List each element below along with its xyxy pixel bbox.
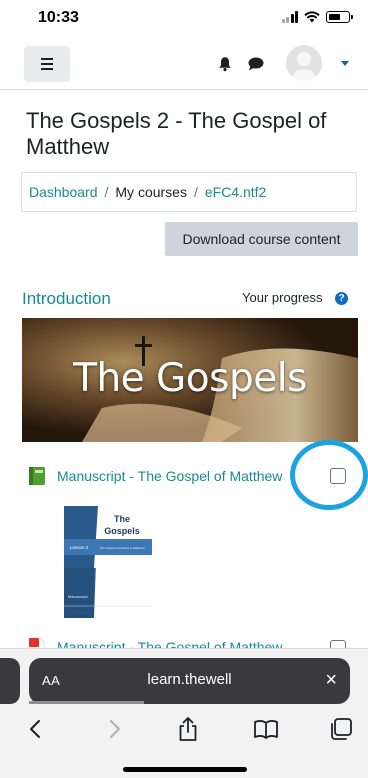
breadcrumb: Dashboard / My courses / eFC4.ntf2	[21, 172, 357, 212]
share-icon[interactable]	[175, 716, 201, 742]
tabs-icon[interactable]	[328, 716, 354, 742]
battery-icon	[326, 11, 353, 23]
status-bar: 10:33	[0, 0, 368, 38]
help-icon[interactable]: ?	[335, 292, 348, 305]
menu-button[interactable]	[24, 46, 70, 82]
user-menu-caret-icon[interactable]	[341, 61, 349, 66]
top-navbar	[0, 38, 368, 90]
section-title-introduction[interactable]: Introduction	[22, 289, 111, 309]
url-text[interactable]: learn.thewell	[29, 671, 350, 688]
cover-brand: thirdmill	[74, 610, 90, 615]
back-icon[interactable]	[23, 716, 49, 742]
address-bar[interactable]: AA learn.thewell ×	[29, 658, 350, 704]
wifi-icon	[304, 11, 320, 23]
hamburger-icon	[41, 58, 53, 60]
breadcrumb-dashboard[interactable]: Dashboard	[29, 184, 98, 200]
forward-icon[interactable]	[101, 716, 127, 742]
bell-icon[interactable]	[218, 56, 232, 72]
highlight-circle	[290, 440, 368, 510]
close-icon[interactable]: ×	[325, 668, 337, 692]
page-load-progress	[29, 701, 144, 704]
cover-lesson: Lesson 2	[70, 545, 89, 550]
progress-label: Your progress	[242, 290, 323, 305]
cover-subtitle: The Gospel According to Matthew	[99, 546, 145, 550]
cellular-signal-icon	[281, 11, 298, 23]
cover-title-line2: Gospels	[104, 526, 140, 536]
home-indicator	[123, 767, 247, 772]
cover-title-line1: The	[114, 514, 130, 524]
status-time: 10:33	[38, 9, 79, 26]
banner-title: The Gospels	[73, 356, 307, 401]
status-icons	[281, 11, 353, 23]
avatar[interactable]	[286, 45, 322, 81]
user-icon	[292, 52, 316, 81]
activity-manuscript-book[interactable]: Manuscript - The Gospel of Matthew	[28, 465, 297, 487]
activity-link[interactable]: Manuscript - The Gospel of Matthew	[57, 468, 297, 484]
cover-footer: Manuscript	[68, 594, 88, 599]
bookmarks-icon[interactable]	[253, 716, 279, 742]
book-green-icon	[29, 467, 45, 485]
breadcrumb-my-courses[interactable]: My courses	[115, 184, 187, 200]
download-course-content-button[interactable]: Download course content	[165, 222, 358, 256]
breadcrumb-course[interactable]: eFC4.ntf2	[205, 184, 266, 200]
manuscript-cover-image[interactable]: The Gospels Lesson 2 The Gospel Accordin…	[64, 506, 152, 618]
course-banner-image: The Gospels	[22, 318, 358, 442]
cover-artwork: The Gospels Lesson 2 The Gospel Accordin…	[64, 506, 152, 618]
browser-toolbar	[0, 708, 368, 750]
page-title: The Gospels 2 - The Gospel of Matthew	[26, 108, 327, 159]
chat-bubble-icon[interactable]	[248, 57, 264, 71]
previous-tab-pill[interactable]	[0, 658, 20, 704]
